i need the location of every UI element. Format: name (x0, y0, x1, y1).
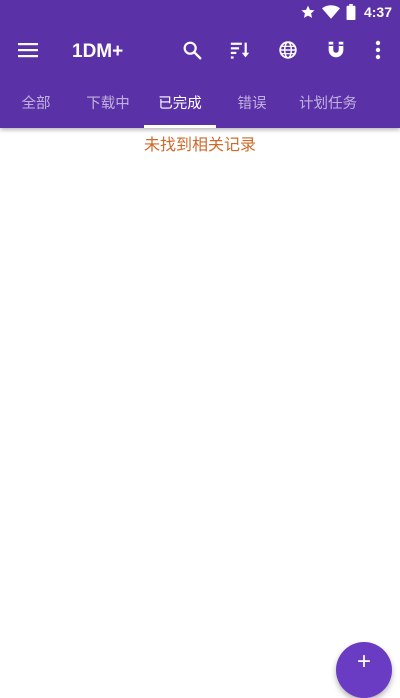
tab-indicator (144, 125, 216, 128)
app-title: 1DM+ (72, 41, 124, 62)
tab-errors[interactable]: 错误 (216, 80, 288, 128)
search-icon (181, 39, 203, 65)
browser-globe-icon (277, 39, 299, 65)
add-download-fab[interactable]: + (336, 642, 392, 698)
menu-button[interactable] (16, 40, 40, 64)
tab-scheduled[interactable]: 计划任务 (288, 80, 368, 128)
plus-icon: + (356, 648, 371, 675)
more-options-button[interactable] (366, 40, 390, 64)
status-icons: 4:37 (300, 2, 392, 22)
more-vert-icon (375, 40, 381, 64)
search-button[interactable] (180, 40, 204, 64)
status-bar: 4:37 (0, 0, 400, 24)
tab-completed[interactable]: 已完成 (144, 80, 216, 128)
wifi-icon (321, 4, 340, 20)
sort-button[interactable] (228, 40, 252, 64)
empty-state-message: 未找到相关记录 (143, 135, 256, 154)
battery-icon (346, 4, 356, 20)
magnet-button[interactable] (324, 40, 348, 64)
star-icon (300, 4, 316, 20)
tab-all[interactable]: 全部 (0, 80, 72, 128)
status-time: 4:37 (363, 4, 392, 20)
menu-icon (17, 41, 39, 63)
browser-button[interactable] (276, 40, 300, 64)
magnet-icon (325, 39, 347, 65)
sort-icon (229, 39, 251, 65)
app-bar: 4:37 1DM+ 全部 下载中 已完成 错误 计划任务 (0, 0, 400, 128)
tab-bar: 全部 下载中 已完成 错误 计划任务 (0, 80, 400, 128)
toolbar: 1DM+ (0, 24, 400, 80)
tab-downloading[interactable]: 下载中 (72, 80, 144, 128)
